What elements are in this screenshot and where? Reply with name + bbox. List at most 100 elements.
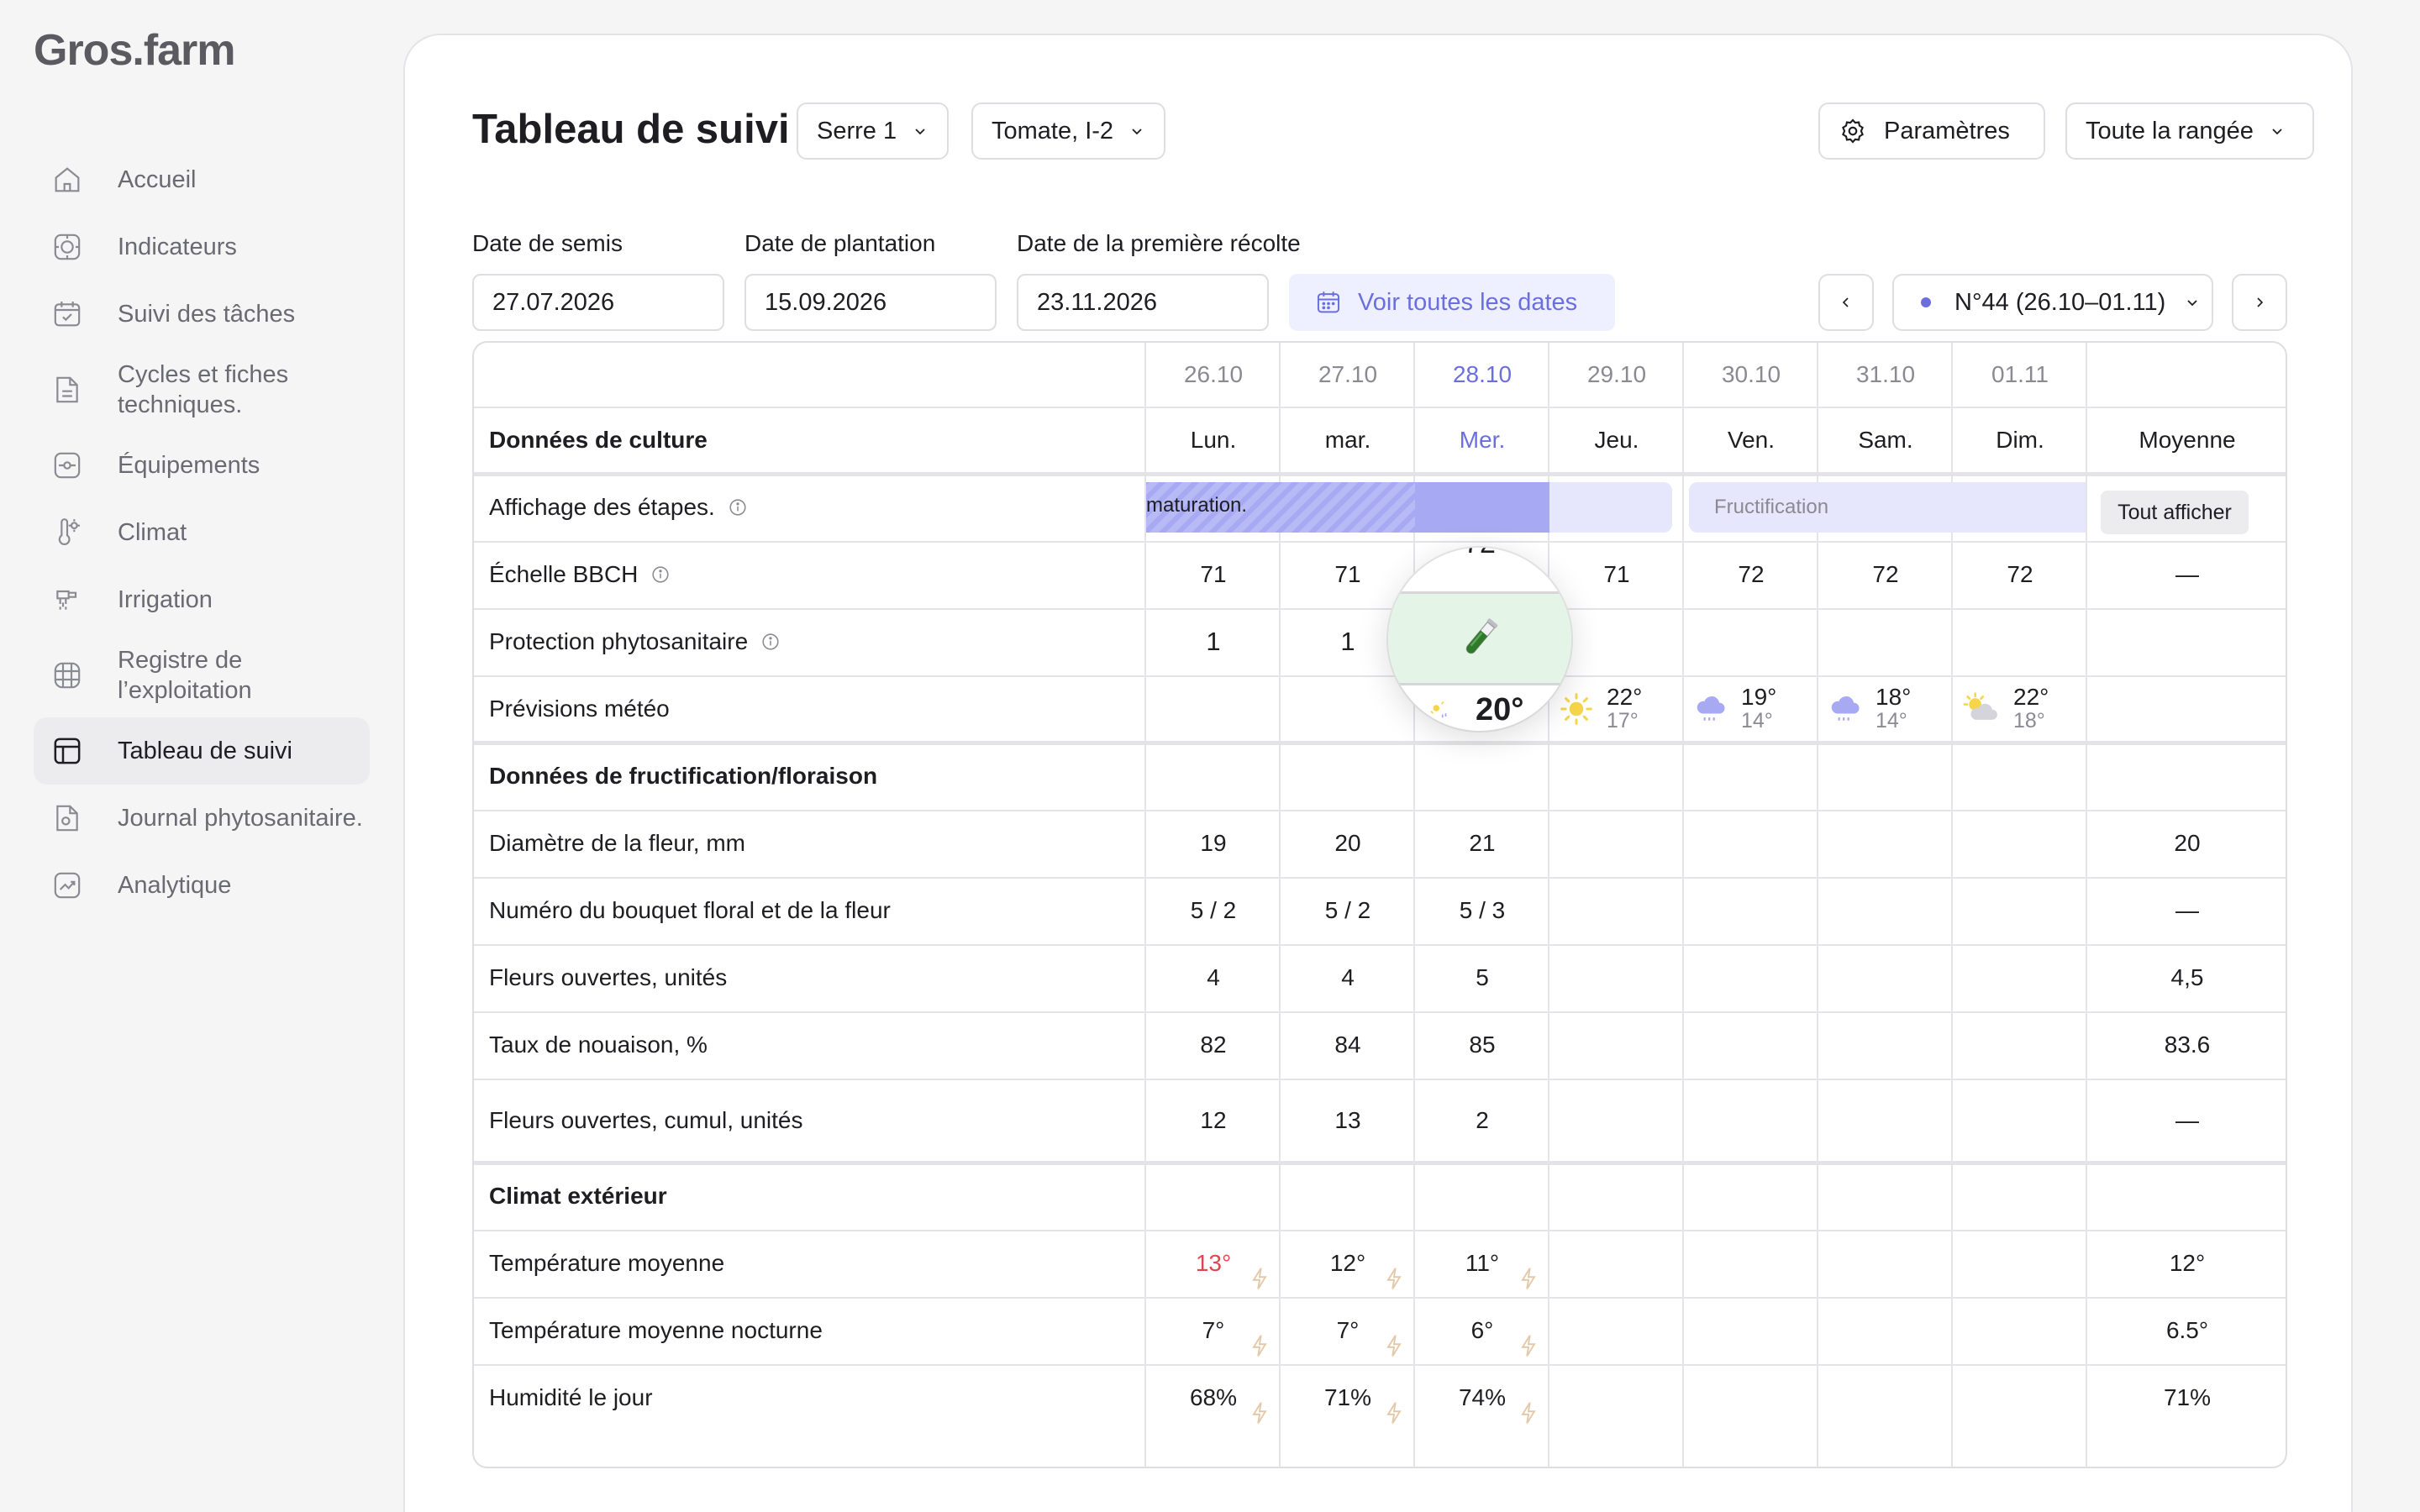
stage-fructification-bar[interactable]: Fructification (1689, 482, 2086, 533)
weather-high: 18° (1876, 684, 1912, 710)
lightning-icon (1386, 1402, 1402, 1424)
sidebar-item-label: Climat (118, 518, 187, 546)
next-week-button[interactable] (2232, 274, 2287, 331)
scope-select[interactable]: Toute la rangée (2065, 102, 2314, 160)
protection-cell[interactable]: 1 (1146, 608, 1281, 675)
sidebar-item-accueil[interactable]: Accueil (34, 146, 370, 213)
chevron-down-icon (2272, 129, 2282, 135)
bbch-cell[interactable]: 71 (1146, 541, 1281, 608)
chevron-down-icon (1132, 129, 1142, 135)
planting-date-field[interactable]: 15.09.2026 (744, 274, 997, 331)
weather-cell: 19° 14° (1692, 675, 1776, 743)
sidebar-item-suivi-taches[interactable]: Suivi des tâches (34, 281, 370, 348)
rain-cloud-icon (1831, 696, 1860, 721)
data-cell[interactable]: 5 / 2 (1146, 877, 1281, 944)
weather-high: 22° (2013, 684, 2049, 710)
app-logo[interactable]: Gros.farm (34, 25, 236, 76)
weather-high: 22° (1607, 684, 1643, 710)
sidebar-item-indicateurs[interactable]: Indicateurs (34, 213, 370, 281)
bbch-cell[interactable]: 72 (1684, 541, 1818, 608)
stage-maturation-bar[interactable]: maturation. (1146, 482, 1415, 533)
crop-select[interactable]: Tomate, I-2 (971, 102, 1166, 160)
average-cell: 83.6 (2164, 1032, 2211, 1058)
data-cell[interactable]: 12 (1146, 1087, 1281, 1154)
greenhouse-select-value: Serre 1 (817, 117, 897, 144)
stage-maturation-bar-today[interactable] (1415, 482, 1549, 533)
sidebar-item-journal[interactable]: Journal phytosanitaire. (34, 785, 370, 852)
bbch-cell[interactable]: 72 (1953, 541, 2087, 608)
greenhouse-select[interactable]: Serre 1 (797, 102, 950, 160)
sidebar-item-cycles[interactable]: Cycles et fiches techniques. (34, 348, 370, 432)
data-cell[interactable]: 82 (1146, 1011, 1281, 1079)
stage-transition-bar[interactable] (1549, 482, 1672, 533)
bbch-average: — (2175, 561, 2199, 587)
data-cell[interactable]: 4 (1146, 944, 1281, 1011)
sidebar-item-tableau-de-suivi[interactable]: Tableau de suivi (34, 717, 370, 785)
weather-cell: 18° 14° (1827, 675, 1911, 743)
weather-low: 17° (1607, 709, 1639, 732)
average-cell: — (2175, 1107, 2199, 1133)
data-cell[interactable]: 21 (1415, 810, 1549, 877)
info-icon[interactable] (729, 498, 747, 517)
data-cell[interactable]: 84 (1281, 1011, 1415, 1079)
settings-button[interactable]: Paramètres (1818, 102, 2045, 160)
lightning-icon (1521, 1335, 1536, 1357)
column-day: Jeu. (1594, 427, 1639, 453)
see-all-dates-button[interactable]: Voir toutes les dates (1289, 274, 1615, 331)
sidebar-item-registre[interactable]: Registre de l’exploitation (34, 633, 370, 717)
data-cell[interactable]: 85 (1415, 1011, 1549, 1079)
sidebar-item-label: Registre de l’exploitation (118, 647, 252, 704)
value-picker-wheel[interactable]: 72 20° (1388, 548, 1571, 731)
bbch-cell[interactable]: 72 (1818, 541, 1953, 608)
column-day: Sam. (1858, 427, 1913, 453)
planting-date-label: Date de plantation (744, 230, 936, 256)
harvest-date-field[interactable]: 23.11.2026 (1017, 274, 1269, 331)
column-day-today: Mer. (1459, 427, 1506, 453)
week-select[interactable]: N°44 (26.10–01.11) (1892, 274, 2213, 331)
sowing-date-field[interactable]: 27.07.2026 (472, 274, 724, 331)
info-icon[interactable] (651, 565, 670, 584)
column-day: Lun. (1190, 427, 1237, 453)
picker-peek-text: 72 (1388, 548, 1571, 560)
data-cell[interactable]: 13 (1281, 1087, 1415, 1154)
chevron-left-icon (1842, 297, 1849, 307)
data-cell[interactable]: 2 (1415, 1087, 1549, 1154)
show-all-button[interactable]: Tout afficher (2101, 491, 2249, 534)
rain-cloud-icon (1697, 696, 1725, 721)
column-date: 27.10 (1318, 361, 1378, 387)
sowing-date-label: Date de semis (472, 230, 623, 256)
picker-prev-value: 72 (1388, 548, 1571, 593)
sidebar-item-climat[interactable]: Climat (34, 499, 370, 566)
sidebar-item-irrigation[interactable]: Irrigation (34, 566, 370, 633)
column-date: 31.10 (1855, 361, 1916, 387)
sidebar-item-analytique[interactable]: Analytique (34, 852, 370, 919)
lightning-icon (1252, 1402, 1267, 1424)
info-icon[interactable] (761, 633, 780, 651)
column-day: mar. (1324, 427, 1371, 453)
chevron-down-icon (2187, 300, 2197, 307)
data-cell[interactable]: 5 (1415, 944, 1549, 1011)
current-week-dot (1921, 297, 1931, 307)
see-all-dates-label: Voir toutes les dates (1358, 288, 1578, 316)
stage-maturation-label: maturation. (1146, 494, 1248, 517)
data-cell[interactable]: 5 / 2 (1281, 877, 1415, 944)
crop-select-value: Tomate, I-2 (992, 117, 1114, 144)
stage-fructification-label: Fructification (1714, 496, 1829, 518)
sidebar-item-label: Indicateurs (118, 233, 237, 260)
stages-label: Affichage des étapes. (489, 494, 715, 520)
row-label: Numéro du bouquet floral et de la fleur (489, 897, 891, 923)
average-cell: 6.5° (2165, 1317, 2209, 1343)
equipment-icon (50, 449, 84, 482)
prev-week-button[interactable] (1818, 274, 1874, 331)
data-cell[interactable]: 5 / 3 (1415, 877, 1549, 944)
sidebar-item-equipements[interactable]: Équipements (34, 432, 370, 499)
picker-selected-slot[interactable] (1388, 594, 1571, 683)
sidebar-item-label: Tableau de suivi (118, 737, 292, 764)
week-select-value: N°44 (26.10–01.11) (1954, 288, 2166, 316)
lightning-icon (1521, 1402, 1536, 1424)
data-cell[interactable]: 20 (1281, 810, 1415, 877)
data-cell[interactable]: 4 (1281, 944, 1415, 1011)
data-cell[interactable]: 19 (1146, 810, 1281, 877)
row-label-protection: Protection phytosanitaire (489, 608, 780, 675)
thermometer-icon (50, 516, 84, 549)
